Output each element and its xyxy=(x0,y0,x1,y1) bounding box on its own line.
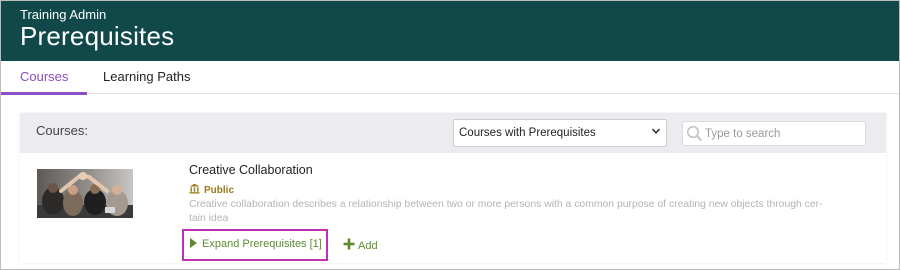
add-label: Add xyxy=(358,240,378,252)
caret-right-icon xyxy=(190,235,197,253)
tab-bar: Courses Learning Paths xyxy=(0,61,899,95)
tab-courses[interactable]: Courses xyxy=(0,61,89,95)
chevron-down-icon xyxy=(651,126,661,139)
add-prerequisite-button[interactable]: Add xyxy=(343,237,378,255)
courses-panel-header: Courses: Courses with Prerequisites xyxy=(20,113,886,153)
building-icon xyxy=(189,181,200,199)
course-filter-select[interactable]: Courses with Prerequisites xyxy=(453,119,667,147)
tab-learning-paths[interactable]: Learning Paths xyxy=(103,61,190,93)
courses-panel: Courses: Courses with Prerequisites Type… xyxy=(20,113,886,263)
search-box[interactable] xyxy=(682,121,866,146)
visibility-label: Public xyxy=(204,184,235,196)
app-title: Training Admin xyxy=(20,7,107,22)
plus-icon xyxy=(343,237,355,255)
expand-prerequisites-button[interactable]: Expand Prerequisites [1] xyxy=(190,235,322,253)
course-thumbnail xyxy=(37,169,133,218)
search-icon xyxy=(686,125,703,147)
course-title[interactable]: Creative Collaboration xyxy=(189,163,313,177)
search-input[interactable] xyxy=(705,125,860,143)
page-title: Prerequisites xyxy=(20,21,175,51)
course-filter-value: Courses with Prerequisites xyxy=(459,127,596,139)
visibility-badge: Public xyxy=(189,181,234,199)
header-bar: Training Admin Prerequisites xyxy=(1,1,899,61)
courses-label: Courses: xyxy=(36,123,89,138)
expand-prerequisites-label: Expand Prerequisites [1] xyxy=(202,238,322,250)
course-description: Creative collaboration describes a relat… xyxy=(189,199,823,224)
